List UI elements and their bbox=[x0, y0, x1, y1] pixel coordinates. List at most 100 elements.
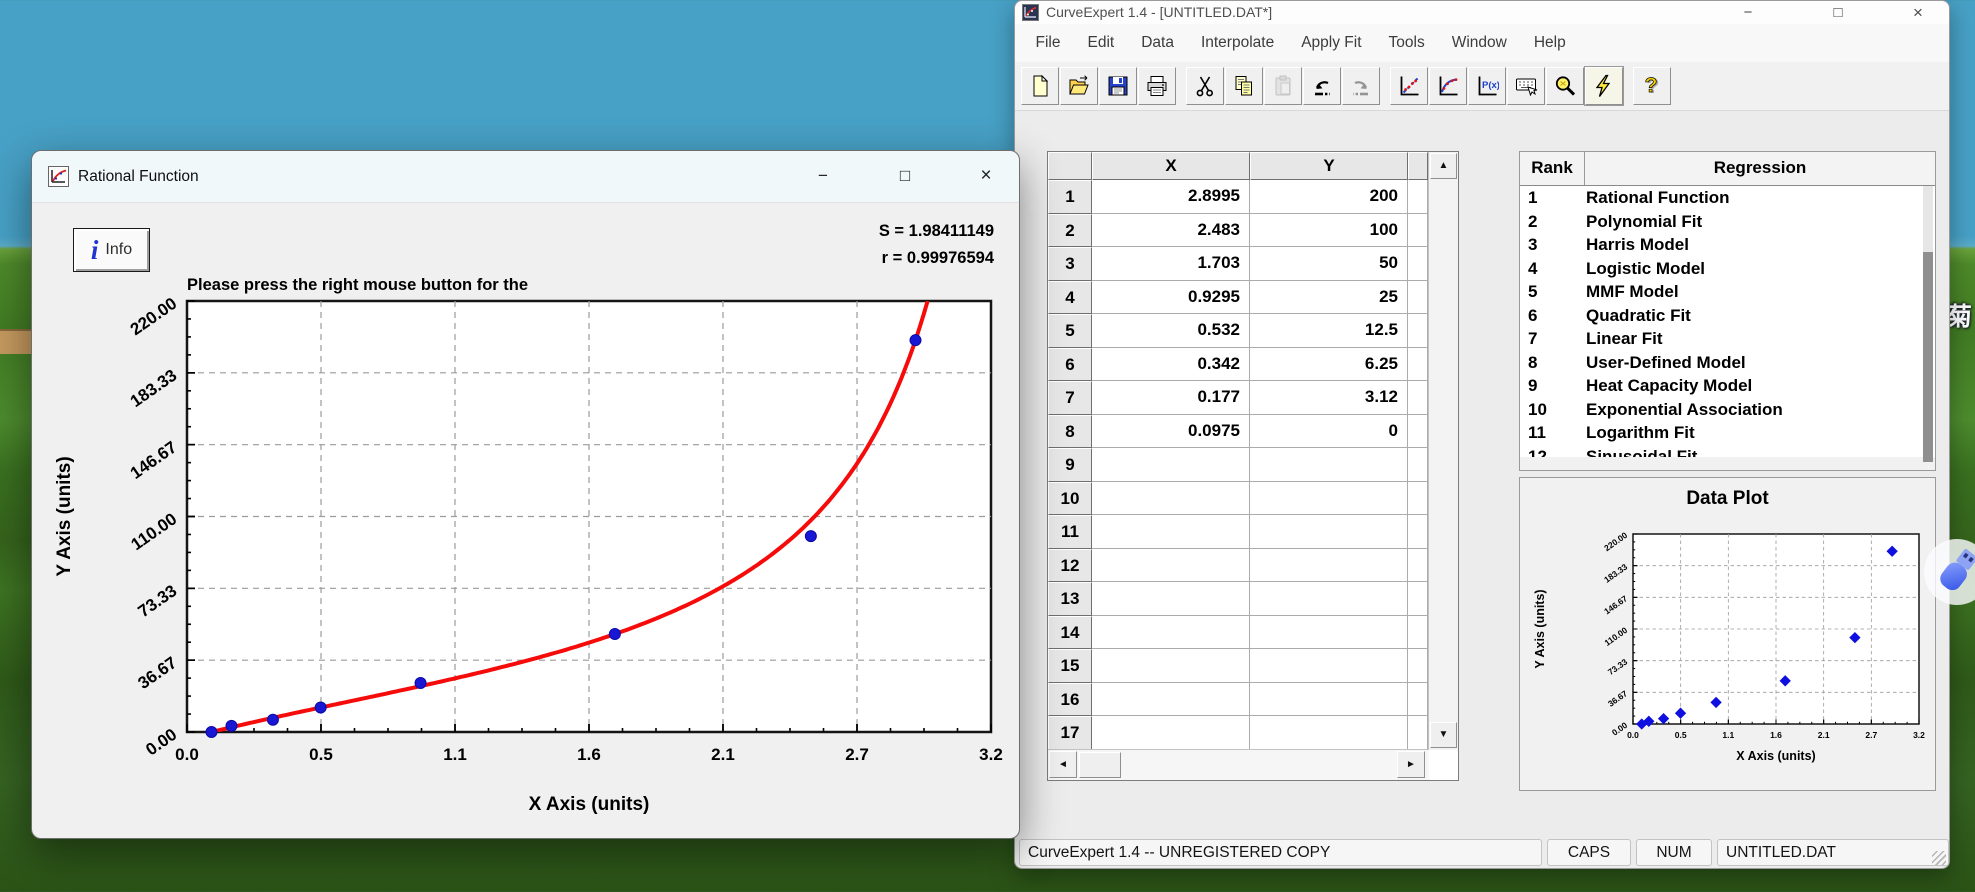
cell-x-9[interactable] bbox=[1092, 448, 1250, 482]
regression-item-5[interactable]: 5MMF Model bbox=[1520, 280, 1935, 304]
regression-item-1[interactable]: 1Rational Function bbox=[1520, 186, 1935, 210]
help-button[interactable]: ?? bbox=[1633, 67, 1671, 105]
cell-x-2[interactable]: 2.483 bbox=[1092, 214, 1250, 248]
cell-x-17[interactable] bbox=[1092, 716, 1250, 750]
corner-header-cell[interactable] bbox=[1048, 152, 1092, 180]
cell-y-13[interactable] bbox=[1250, 582, 1408, 616]
row-header-2[interactable]: 2 bbox=[1048, 214, 1092, 248]
new-document-button[interactable] bbox=[1021, 67, 1059, 105]
cell-x-6[interactable]: 0.342 bbox=[1092, 348, 1250, 382]
curve-fit-button[interactable] bbox=[1429, 67, 1467, 105]
regression-item-11[interactable]: 11Logarithm Fit bbox=[1520, 421, 1935, 445]
scroll-up-icon[interactable]: ▲ bbox=[1430, 153, 1457, 179]
cell-x-14[interactable] bbox=[1092, 616, 1250, 650]
cell-x-11[interactable] bbox=[1092, 515, 1250, 549]
menu-item-interpolate[interactable]: Interpolate bbox=[1187, 24, 1287, 62]
regression-item-3[interactable]: 3Harris Model bbox=[1520, 233, 1935, 257]
regression-item-4[interactable]: 4Logistic Model bbox=[1520, 257, 1935, 281]
cell-x-16[interactable] bbox=[1092, 683, 1250, 717]
apply-fit-button[interactable] bbox=[1507, 67, 1545, 105]
regression-item-7[interactable]: 7Linear Fit bbox=[1520, 327, 1935, 351]
cell-x-1[interactable]: 2.8995 bbox=[1092, 180, 1250, 214]
scroll-down-icon[interactable]: ▼ bbox=[1430, 722, 1457, 748]
row-header-14[interactable]: 14 bbox=[1048, 616, 1092, 650]
cell-x-7[interactable]: 0.177 bbox=[1092, 381, 1250, 415]
cell-y-6[interactable]: 6.25 bbox=[1250, 348, 1408, 382]
hscroll-thumb[interactable] bbox=[1079, 752, 1121, 778]
cell-x-4[interactable]: 0.9295 bbox=[1092, 281, 1250, 315]
maximize-icon[interactable]: □ bbox=[1815, 1, 1861, 24]
regression-scroll-thumb[interactable] bbox=[1923, 252, 1933, 462]
cell-y-1[interactable]: 200 bbox=[1250, 180, 1408, 214]
cell-y-9[interactable] bbox=[1250, 448, 1408, 482]
cell-y-5[interactable]: 12.5 bbox=[1250, 314, 1408, 348]
regression-item-8[interactable]: 8User-Defined Model bbox=[1520, 351, 1935, 375]
cell-x-15[interactable] bbox=[1092, 649, 1250, 683]
save-file-button[interactable] bbox=[1099, 67, 1137, 105]
cell-x-5[interactable]: 0.532 bbox=[1092, 314, 1250, 348]
regression-item-9[interactable]: 9Heat Capacity Model bbox=[1520, 374, 1935, 398]
open-file-button[interactable] bbox=[1060, 67, 1098, 105]
row-header-10[interactable]: 10 bbox=[1048, 482, 1092, 516]
menu-item-edit[interactable]: Edit bbox=[1074, 24, 1128, 62]
row-header-3[interactable]: 3 bbox=[1048, 247, 1092, 281]
cell-y-17[interactable] bbox=[1250, 716, 1408, 750]
cell-y-16[interactable] bbox=[1250, 683, 1408, 717]
row-header-12[interactable]: 12 bbox=[1048, 549, 1092, 583]
undo-button[interactable] bbox=[1303, 67, 1341, 105]
cell-y-7[interactable]: 3.12 bbox=[1250, 381, 1408, 415]
fit-window-titlebar[interactable]: Rational Function − □ × bbox=[32, 151, 1019, 203]
column-header-y[interactable]: Y bbox=[1250, 152, 1408, 180]
row-header-1[interactable]: 1 bbox=[1048, 180, 1092, 214]
desktop-icon-label[interactable]: 菊 bbox=[1947, 297, 1972, 333]
menu-item-window[interactable]: Window bbox=[1438, 24, 1520, 62]
horizontal-scrollbar[interactable]: ◄ ► bbox=[1048, 749, 1429, 780]
scroll-right-icon[interactable]: ► bbox=[1397, 751, 1425, 778]
cell-x-3[interactable]: 1.703 bbox=[1092, 247, 1250, 281]
regression-item-12[interactable]: 12Sinusoidal Fit bbox=[1520, 445, 1935, 458]
cut-button[interactable] bbox=[1186, 67, 1224, 105]
row-header-5[interactable]: 5 bbox=[1048, 314, 1092, 348]
main-titlebar[interactable]: CurveExpert 1.4 - [UNTITLED.DAT*] − □ × bbox=[1015, 1, 1949, 24]
cell-y-15[interactable] bbox=[1250, 649, 1408, 683]
rational-fit-chart[interactable]: 0.00.51.11.62.12.73.20.0036.6773.33110.0… bbox=[32, 291, 1021, 840]
cell-y-11[interactable] bbox=[1250, 515, 1408, 549]
regression-item-6[interactable]: 6Quadratic Fit bbox=[1520, 304, 1935, 328]
menu-item-help[interactable]: Help bbox=[1520, 24, 1579, 62]
menu-item-apply-fit[interactable]: Apply Fit bbox=[1288, 24, 1375, 62]
row-header-7[interactable]: 7 bbox=[1048, 381, 1092, 415]
cell-y-8[interactable]: 0 bbox=[1250, 415, 1408, 449]
column-header-x[interactable]: X bbox=[1092, 152, 1250, 180]
row-header-15[interactable]: 15 bbox=[1048, 649, 1092, 683]
row-header-17[interactable]: 17 bbox=[1048, 716, 1092, 750]
cell-x-13[interactable] bbox=[1092, 582, 1250, 616]
row-header-13[interactable]: 13 bbox=[1048, 582, 1092, 616]
cell-y-14[interactable] bbox=[1250, 616, 1408, 650]
scroll-left-icon[interactable]: ◄ bbox=[1049, 751, 1077, 778]
cell-y-2[interactable]: 100 bbox=[1250, 214, 1408, 248]
polynomial-fit-button[interactable]: P(x) bbox=[1468, 67, 1506, 105]
menu-item-tools[interactable]: Tools bbox=[1375, 24, 1438, 62]
minimize-icon[interactable]: − bbox=[802, 159, 844, 193]
regression-item-10[interactable]: 10Exponential Association bbox=[1520, 398, 1935, 422]
menu-item-data[interactable]: Data bbox=[1128, 24, 1188, 62]
linear-fit-button[interactable] bbox=[1390, 67, 1428, 105]
row-header-16[interactable]: 16 bbox=[1048, 683, 1092, 717]
close-icon[interactable]: × bbox=[1895, 1, 1941, 24]
copy-button[interactable] bbox=[1225, 67, 1263, 105]
run-fit-button[interactable] bbox=[1585, 67, 1623, 105]
cell-x-8[interactable]: 0.0975 bbox=[1092, 415, 1250, 449]
close-icon[interactable]: × bbox=[965, 159, 1007, 193]
resize-grip[interactable] bbox=[1932, 851, 1946, 865]
row-header-4[interactable]: 4 bbox=[1048, 281, 1092, 315]
cell-y-12[interactable] bbox=[1250, 549, 1408, 583]
vertical-scrollbar[interactable]: ▲ ▼ bbox=[1428, 152, 1458, 750]
menu-item-file[interactable]: File bbox=[1022, 24, 1074, 62]
cell-y-3[interactable]: 50 bbox=[1250, 247, 1408, 281]
cell-x-12[interactable] bbox=[1092, 549, 1250, 583]
info-button[interactable]: i Info bbox=[73, 228, 150, 272]
row-header-11[interactable]: 11 bbox=[1048, 515, 1092, 549]
mini-data-plot-chart[interactable]: 0.00.51.11.62.12.73.20.0036.6773.33110.0… bbox=[1520, 514, 1935, 790]
row-header-9[interactable]: 9 bbox=[1048, 448, 1092, 482]
maximize-icon[interactable]: □ bbox=[884, 159, 926, 193]
